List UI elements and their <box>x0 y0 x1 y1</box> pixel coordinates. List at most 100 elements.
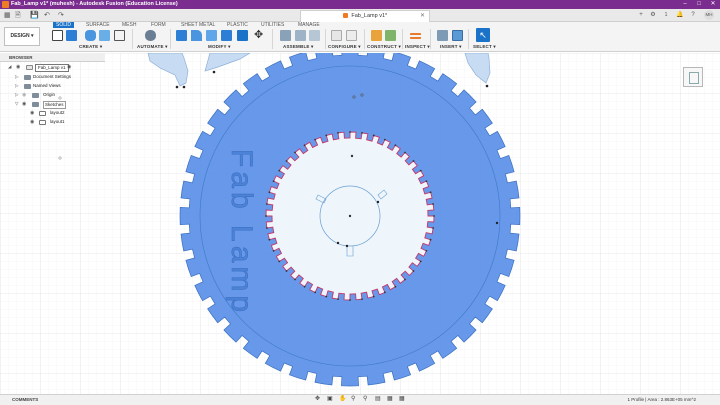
modify-menu[interactable]: MODIFY ▾ <box>208 44 231 50</box>
pattern-icon[interactable] <box>114 30 125 41</box>
sketch-point[interactable] <box>182 85 186 89</box>
move-copy-icon[interactable]: ✥ <box>254 30 265 41</box>
workspace-switcher-button[interactable]: DESIGN ▾ <box>4 27 40 46</box>
sketch-point[interactable] <box>268 238 271 241</box>
extensions-icon[interactable]: ⚙ <box>648 10 658 20</box>
tree-item-label[interactable]: Fab_Lamp v1 <box>35 63 69 72</box>
extrude-icon[interactable] <box>66 30 77 41</box>
sketch-point[interactable] <box>349 299 351 301</box>
sketch-point[interactable] <box>272 180 275 182</box>
as-built-joint-icon[interactable] <box>309 30 320 41</box>
sketch-point[interactable] <box>337 132 339 134</box>
inspect-menu[interactable]: INSPECT ▾ <box>405 44 430 50</box>
engraved-sketch-text[interactable]: Fab Lamp <box>225 149 259 317</box>
viewports-icon[interactable]: ▦ <box>399 395 405 402</box>
sketch-point[interactable] <box>325 134 328 137</box>
design-canvas[interactable]: Fab Lamp <box>0 53 720 394</box>
document-tab[interactable]: Fab_Lamp v1* ✕ <box>300 10 430 22</box>
sketch-point[interactable] <box>429 238 432 241</box>
orbit-icon[interactable]: ✥ <box>315 395 320 402</box>
sketch-point[interactable] <box>337 298 339 300</box>
new-component-icon[interactable] <box>280 30 291 41</box>
insert-menu[interactable]: INSERT ▾ <box>440 44 462 50</box>
sketch-point[interactable] <box>394 285 397 288</box>
sketch-point[interactable] <box>372 295 375 298</box>
sketch-point[interactable] <box>376 200 380 204</box>
sketch-point[interactable] <box>175 85 179 89</box>
configure-menu[interactable]: CONFIGURE ▾ <box>328 44 361 50</box>
sketch-point[interactable] <box>303 144 306 147</box>
job-status-count[interactable]: 1 <box>661 10 671 20</box>
sketch-point[interactable] <box>294 278 296 281</box>
sketch-point[interactable] <box>361 132 363 134</box>
notifications-icon[interactable]: 🔔 <box>675 10 685 20</box>
sketch-point[interactable] <box>266 203 268 205</box>
collapse-icon[interactable]: ◢ <box>8 63 11 71</box>
display-settings-icon[interactable]: ▤ <box>375 395 381 402</box>
zoom-icon[interactable]: ⚲ <box>351 395 355 402</box>
expand-icon[interactable]: ▷ <box>15 91 18 99</box>
sketch-point[interactable] <box>425 180 428 182</box>
save-icon[interactable]: 💾 <box>30 11 39 19</box>
tab-manage[interactable]: MANAGE <box>298 22 320 28</box>
joint-icon[interactable] <box>295 30 306 41</box>
sketch-point[interactable] <box>412 160 415 162</box>
visibility-eye-icon[interactable]: ◉ <box>22 91 26 99</box>
sketch-point[interactable] <box>433 215 435 217</box>
construct-menu[interactable]: CONSTRUCT ▾ <box>367 44 401 50</box>
parameters-icon[interactable] <box>331 30 342 41</box>
sketch-point[interactable] <box>278 260 281 263</box>
configure-table-icon[interactable] <box>346 30 357 41</box>
sketch-point[interactable] <box>404 151 406 154</box>
new-tab-icon[interactable]: + <box>636 10 646 20</box>
sketch-point[interactable] <box>432 227 434 229</box>
tab-surface[interactable]: SURFACE <box>86 22 110 28</box>
redo-icon[interactable]: ↷ <box>58 11 64 19</box>
sketch-point[interactable] <box>314 291 316 294</box>
sketch-point[interactable] <box>350 154 354 158</box>
sketch-point[interactable] <box>314 138 316 141</box>
browser-panel-header[interactable]: BROWSER <box>0 53 105 62</box>
create-sketch-icon[interactable] <box>52 30 63 41</box>
pan-icon[interactable]: ✋ <box>339 395 346 402</box>
user-avatar[interactable]: MH <box>704 10 714 20</box>
insert-derive-icon[interactable] <box>437 30 448 41</box>
view-cube-face[interactable] <box>689 72 699 84</box>
sketch-point[interactable] <box>266 227 268 229</box>
sketch-point[interactable] <box>394 144 397 147</box>
data-panel-grid-icon[interactable]: ▦ <box>4 11 11 19</box>
help-icon[interactable]: ? <box>688 10 698 20</box>
sketch-point[interactable] <box>361 298 363 300</box>
sketch-point[interactable] <box>432 203 434 205</box>
insert-image-icon[interactable] <box>452 30 463 41</box>
tab-mesh[interactable]: MESH <box>122 22 136 28</box>
visibility-eye-icon[interactable]: ◉ <box>30 109 34 117</box>
sketch-point[interactable] <box>425 250 428 252</box>
sketch-point[interactable] <box>325 295 328 298</box>
automate-icon[interactable] <box>145 30 156 41</box>
tab-utilities[interactable]: UTILITIES <box>261 22 284 28</box>
activate-radio-icon[interactable]: ◉ <box>67 63 71 71</box>
expand-icon[interactable]: ▷ <box>15 82 18 90</box>
sketch-point[interactable] <box>384 138 386 141</box>
minimize-button[interactable]: – <box>678 0 692 9</box>
hole-icon[interactable] <box>99 30 110 41</box>
maximize-button[interactable]: □ <box>692 0 706 9</box>
sketch-point[interactable] <box>429 191 432 194</box>
sketch-point[interactable] <box>268 191 271 194</box>
axis-icon[interactable] <box>385 30 396 41</box>
look-at-icon[interactable]: ▣ <box>327 395 333 402</box>
sketch-point[interactable] <box>345 244 349 248</box>
sketch-point[interactable] <box>212 70 216 74</box>
tab-plastic[interactable]: PLASTIC <box>227 22 248 28</box>
sketch-point[interactable] <box>265 215 267 217</box>
sketch-point[interactable] <box>372 134 375 137</box>
tab-solid[interactable]: SOLID <box>53 22 75 28</box>
fit-icon[interactable]: ⚲ <box>363 395 367 402</box>
fillet-icon[interactable] <box>191 30 202 41</box>
center-point[interactable] <box>348 214 352 218</box>
assemble-menu[interactable]: ASSEMBLE ▾ <box>283 44 314 50</box>
sketch-point[interactable] <box>278 169 281 172</box>
sketch-point[interactable] <box>384 291 386 294</box>
sketch-point[interactable] <box>285 160 288 162</box>
